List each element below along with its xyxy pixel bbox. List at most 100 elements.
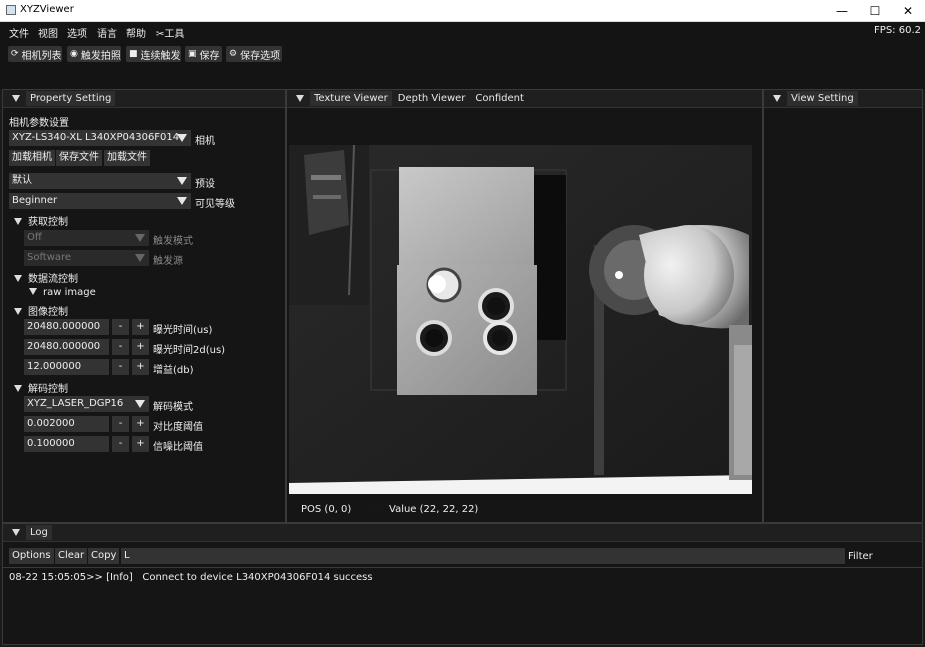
trigger-source-value: Software [27,252,72,263]
preset-label: 预设 [195,179,215,190]
continuous-trigger-label: 连续触发 [140,50,181,62]
acquire-control-label: 获取控制 [28,217,68,228]
trigger-mode-label: 触发模式 [153,236,193,247]
gears-icon: ⚙ [229,49,238,59]
camera-select-value: XYZ-LS340-XL L340XP04306F014 [12,132,180,143]
save-options-label: 保存选项 [240,50,281,62]
save-button[interactable]: ▣ 保存 [185,46,222,62]
snr-decrement-button[interactable]: - [112,436,129,452]
minimize-icon[interactable]: — [825,0,859,21]
app-icon [6,5,16,15]
snr-threshold-label: 信噪比阈值 [153,442,203,453]
decode-control-label: 解码控制 [28,384,68,395]
exposure2d-decrement-button[interactable]: - [112,339,129,355]
preset-select[interactable]: 默认 [9,173,191,189]
save-options-button[interactable]: ⚙ 保存选项 [226,46,282,62]
refresh-icon: ⟳ [11,49,19,59]
exposure-input[interactable]: 20480.000000 [24,319,109,335]
raw-image-label: raw image [43,287,96,298]
texture-image[interactable] [289,145,752,494]
trigger-mode-select[interactable]: Off [24,230,149,246]
exposure-increment-button[interactable]: + [132,319,149,335]
menu-file[interactable]: 文件 [9,25,29,40]
close-icon[interactable]: ✕ [891,0,925,21]
pos-readout: POS (0, 0) [301,504,352,515]
title-bar: XYZViewer — ☐ ✕ [0,0,925,22]
dropdown-arrow-icon [177,134,187,142]
contrast-decrement-button[interactable]: - [112,416,129,432]
continuous-trigger-button[interactable]: ■ 连续触发 [126,46,181,62]
gain-increment-button[interactable]: + [132,359,149,375]
collapse-icon[interactable] [296,95,304,102]
log-divider [3,567,922,568]
acquire-control-node[interactable]: 获取控制 [14,213,68,228]
tab-texture-viewer[interactable]: Texture Viewer [310,91,392,106]
trigger-source-select[interactable]: Software [24,250,149,266]
image-control-node[interactable]: 图像控制 [14,303,68,318]
log-filter-label: Filter [848,551,873,562]
decode-control-node[interactable]: 解码控制 [14,380,68,395]
camera-select[interactable]: XYZ-LS340-XL L340XP04306F014 [9,130,191,146]
log-line: 08-22 15:05:05>> [Info] Connect to devic… [9,572,373,583]
pixel-color-swatch [370,501,383,515]
dropdown-arrow-icon [135,400,145,408]
decode-mode-value: XYZ_LASER_DGP16 [27,398,124,409]
contrast-threshold-input[interactable]: 0.002000 [24,416,109,432]
visibility-select[interactable]: Beginner [9,193,191,209]
menu-options[interactable]: 选项 [67,25,87,40]
trigger-shot-label: 触发拍照 [80,50,121,62]
gain-decrement-button[interactable]: - [112,359,129,375]
load-camera-button[interactable]: 加载相机 [9,150,55,166]
collapse-icon[interactable] [12,529,20,536]
menu-tools-label: 工具 [164,29,185,40]
exposure2d-label: 曝光时间2d(us) [153,345,226,356]
tab-depth-viewer[interactable]: Depth Viewer [394,91,470,106]
log-header[interactable]: Log [3,524,922,542]
stream-control-label: 数据流控制 [28,274,78,285]
property-panel-header[interactable]: Property Setting [3,90,285,108]
trigger-mode-value: Off [27,232,42,243]
image-control-label: 图像控制 [28,307,68,318]
expand-icon [14,307,22,315]
expand-icon [14,217,22,225]
collapse-icon[interactable] [773,95,781,102]
tab-confident[interactable]: Confident [471,91,528,106]
camera-params-heading: 相机参数设置 [9,118,69,129]
collapse-icon[interactable] [12,95,20,102]
save-label: 保存 [199,50,220,62]
log-options-button[interactable]: Options [9,548,54,564]
snr-threshold-input[interactable]: 0.100000 [24,436,109,452]
log-clear-button[interactable]: Clear [55,548,88,564]
trigger-shot-button[interactable]: ◉ 触发拍照 [67,46,121,62]
exposure2d-input[interactable]: 20480.000000 [24,339,109,355]
video-icon: ■ [129,49,138,59]
decode-mode-select[interactable]: XYZ_LASER_DGP16 [24,396,149,412]
stream-control-node[interactable]: 数据流控制 [14,270,78,285]
contrast-increment-button[interactable]: + [132,416,149,432]
snr-increment-button[interactable]: + [132,436,149,452]
gain-input[interactable]: 12.000000 [24,359,109,375]
dropdown-arrow-icon [135,254,145,262]
pixel-value-readout: Value (22, 22, 22) [389,504,479,515]
maximize-icon[interactable]: ☐ [858,0,892,21]
gain-label: 增益(db) [153,365,194,376]
camera-list-button[interactable]: ⟳ 相机列表 [8,46,62,62]
exposure-decrement-button[interactable]: - [112,319,129,335]
exposure2d-increment-button[interactable]: + [132,339,149,355]
view-setting-panel: View Setting [763,89,923,523]
expand-icon [14,274,22,282]
load-file-button[interactable]: 加载文件 [104,150,150,166]
camera-icon: ◉ [70,49,78,59]
view-setting-header[interactable]: View Setting [764,90,922,108]
expand-icon [14,384,22,392]
camera-label: 相机 [195,136,215,147]
toolbar: ⟳ 相机列表 ◉ 触发拍照 ■ 连续触发 ▣ 保存 ⚙ 保存选项 [0,40,925,90]
raw-image-node[interactable]: raw image [29,287,96,298]
log-copy-button[interactable]: Copy [88,548,120,564]
menu-language[interactable]: 语言 [97,25,117,40]
menu-help[interactable]: 帮助 [126,25,146,40]
menu-tools[interactable]: ✂工具 [156,25,184,40]
menu-view[interactable]: 视图 [38,25,58,40]
save-file-button[interactable]: 保存文件 [56,150,102,166]
log-filter-input[interactable]: L [121,548,845,564]
